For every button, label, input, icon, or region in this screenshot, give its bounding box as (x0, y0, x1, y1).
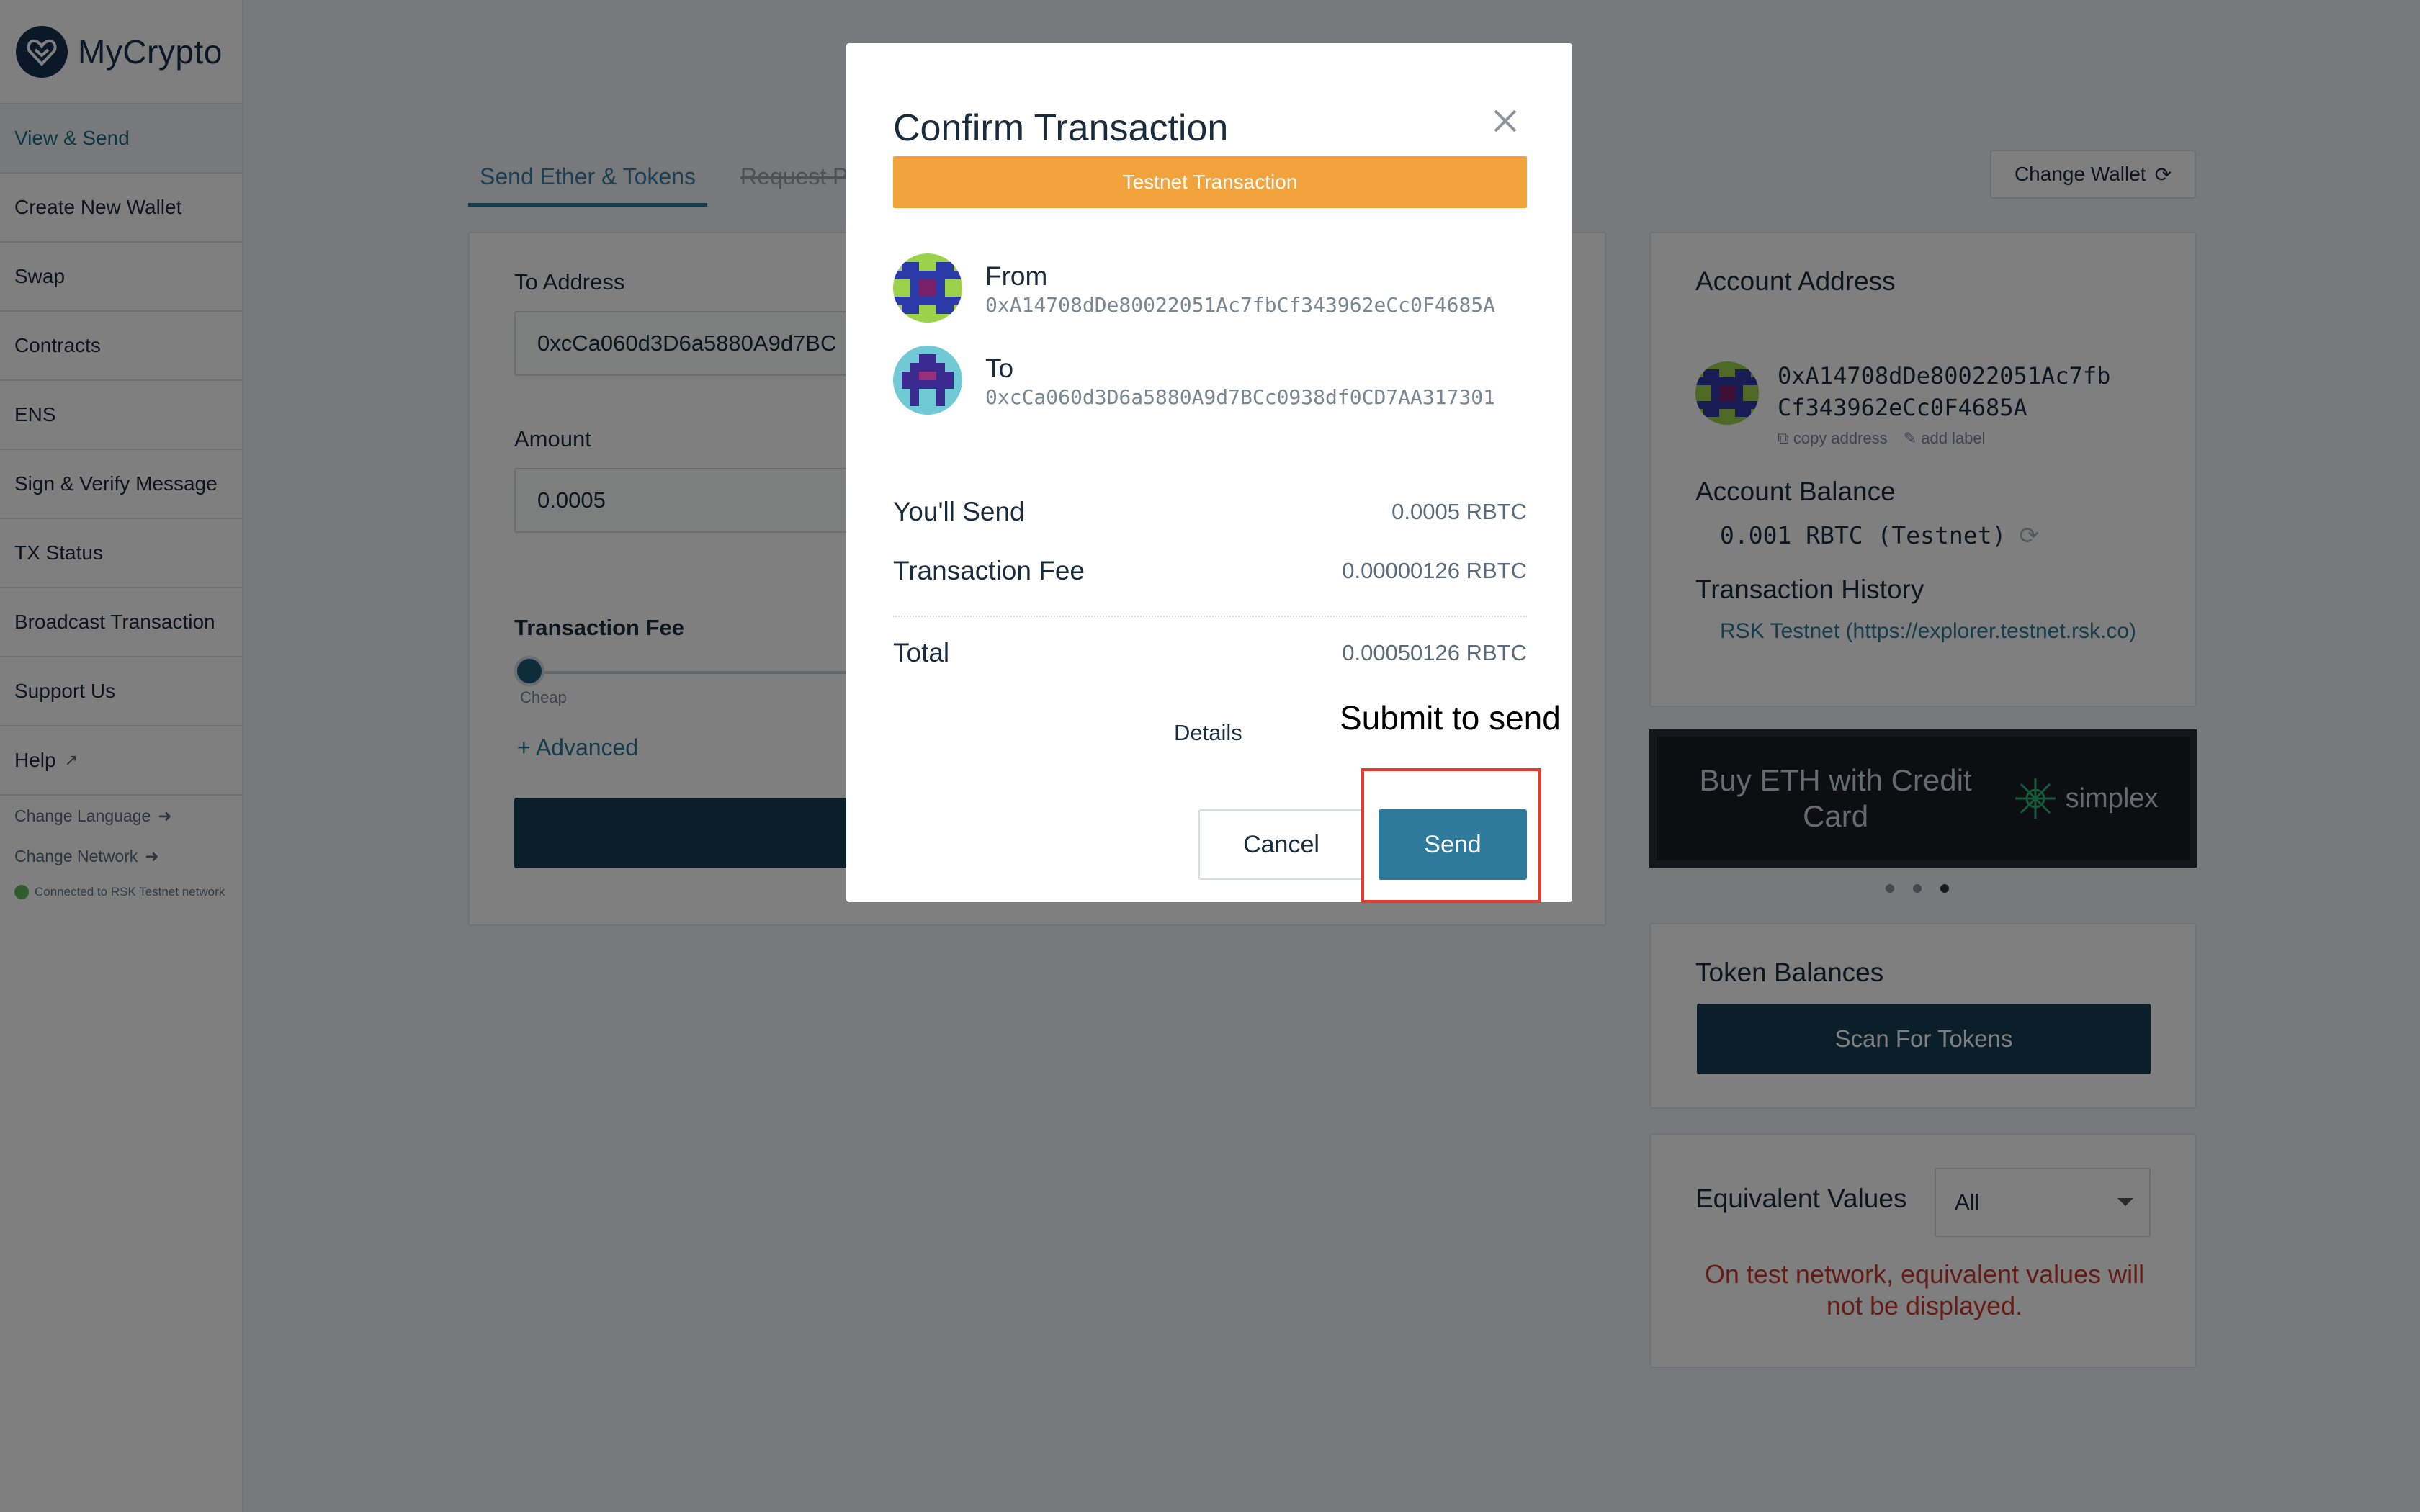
send-amount-value: 0.0005 RBTC (1392, 499, 1527, 524)
fee-value: 0.00000126 RBTC (1342, 558, 1527, 583)
summary-total-row: Total 0.00050126 RBTC (893, 638, 1527, 668)
to-identicon (893, 346, 962, 415)
to-label: To (985, 353, 1014, 383)
summary-divider (893, 616, 1527, 617)
total-label: Total (893, 638, 950, 667)
annotation-label: Submit to send (1340, 699, 1561, 737)
total-value: 0.00050126 RBTC (1342, 640, 1527, 665)
from-address: 0xA14708dDe80022051Ac7fbCf343962eCc0F468… (985, 292, 1496, 317)
close-icon[interactable] (1491, 107, 1527, 143)
to-address: 0xcCa060d3D6a5880A9d7BCc0938df0CD7AA3173… (985, 384, 1496, 409)
testnet-transaction-badge: Testnet Transaction (893, 156, 1527, 208)
details-toggle[interactable]: Details (1174, 720, 1242, 746)
fee-label: Transaction Fee (893, 556, 1085, 585)
modal-title: Confirm Transaction (893, 107, 1229, 149)
cancel-button[interactable]: Cancel (1198, 809, 1364, 880)
annotation-highlight-box (1361, 768, 1541, 903)
to-party: To 0xcCa060d3D6a5880A9d7BCc0938df0CD7AA3… (893, 346, 1495, 415)
summary-fee-row: Transaction Fee 0.00000126 RBTC (893, 556, 1527, 586)
send-amount-label: You'll Send (893, 497, 1025, 526)
from-party: From 0xA14708dDe80022051Ac7fbCf343962eCc… (893, 253, 1495, 323)
from-identicon (893, 253, 962, 323)
summary-send-row: You'll Send 0.0005 RBTC (893, 497, 1527, 527)
from-label: From (985, 261, 1048, 291)
